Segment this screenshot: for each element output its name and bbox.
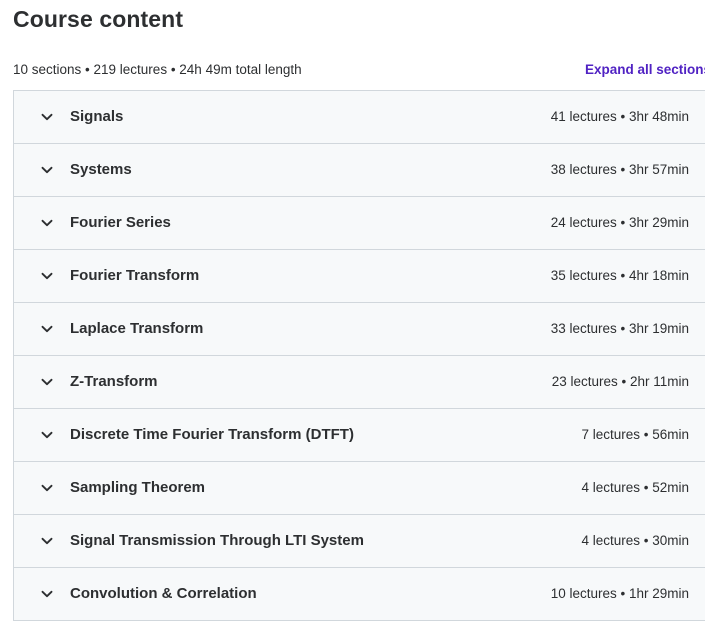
chevron-down-icon xyxy=(41,429,53,441)
chevron-down-icon xyxy=(41,217,53,229)
section-row[interactable]: Systems 38 lectures • 3hr 57min xyxy=(14,144,705,197)
section-info: 7 lectures • 56min xyxy=(581,427,689,442)
section-info: 4 lectures • 30min xyxy=(581,533,689,548)
section-title: Laplace Transform xyxy=(70,320,204,337)
section-info: 23 lectures • 2hr 11min xyxy=(551,374,689,389)
section-list: Signals 41 lectures • 3hr 48min Systems … xyxy=(13,90,705,621)
section-row[interactable]: Z-Transform 23 lectures • 2hr 11min xyxy=(14,356,705,409)
section-title: Signals xyxy=(70,108,124,125)
section-info: 4 lectures • 52min xyxy=(581,480,689,495)
section-title: Fourier Series xyxy=(70,214,171,231)
page-title: Course content xyxy=(13,6,184,32)
chevron-down-icon xyxy=(41,270,53,282)
section-row[interactable]: Laplace Transform 33 lectures • 3hr 19mi… xyxy=(14,303,705,356)
section-title: Discrete Time Fourier Transform (DTFT) xyxy=(70,426,354,443)
section-info: 38 lectures • 3hr 57min xyxy=(550,162,689,177)
section-row[interactable]: Fourier Series 24 lectures • 3hr 29min xyxy=(14,197,705,250)
section-info: 33 lectures • 3hr 19min xyxy=(550,321,689,336)
section-info: 10 lectures • 1hr 29min xyxy=(550,586,689,601)
section-title: Fourier Transform xyxy=(70,267,200,284)
chevron-down-icon xyxy=(41,111,53,123)
section-title: Z-Transform xyxy=(70,373,158,390)
course-summary: 10 sections • 219 lectures • 24h 49m tot… xyxy=(13,62,302,77)
chevron-down-icon xyxy=(41,376,53,388)
section-title: Sampling Theorem xyxy=(70,479,206,496)
section-title: Convolution & Correlation xyxy=(70,585,257,602)
section-row[interactable]: Signal Transmission Through LTI System 4… xyxy=(14,515,705,568)
chevron-down-icon xyxy=(41,323,53,335)
chevron-down-icon xyxy=(41,482,53,494)
section-row[interactable]: Sampling Theorem 4 lectures • 52min xyxy=(14,462,705,515)
section-title: Systems xyxy=(70,161,132,178)
section-row[interactable]: Signals 41 lectures • 3hr 48min xyxy=(14,91,705,144)
chevron-down-icon xyxy=(41,164,53,176)
section-row[interactable]: Discrete Time Fourier Transform (DTFT) 7… xyxy=(14,409,705,462)
chevron-down-icon xyxy=(41,535,53,547)
section-title: Signal Transmission Through LTI System xyxy=(70,532,364,549)
section-info: 35 lectures • 4hr 18min xyxy=(550,268,689,283)
section-info: 24 lectures • 3hr 29min xyxy=(550,215,689,230)
expand-all-sections-link[interactable]: Expand all sections xyxy=(585,61,705,79)
section-row[interactable]: Convolution & Correlation 10 lectures • … xyxy=(14,568,705,621)
section-info: 41 lectures • 3hr 48min xyxy=(550,109,689,124)
section-row[interactable]: Fourier Transform 35 lectures • 4hr 18mi… xyxy=(14,250,705,303)
chevron-down-icon xyxy=(41,588,53,600)
